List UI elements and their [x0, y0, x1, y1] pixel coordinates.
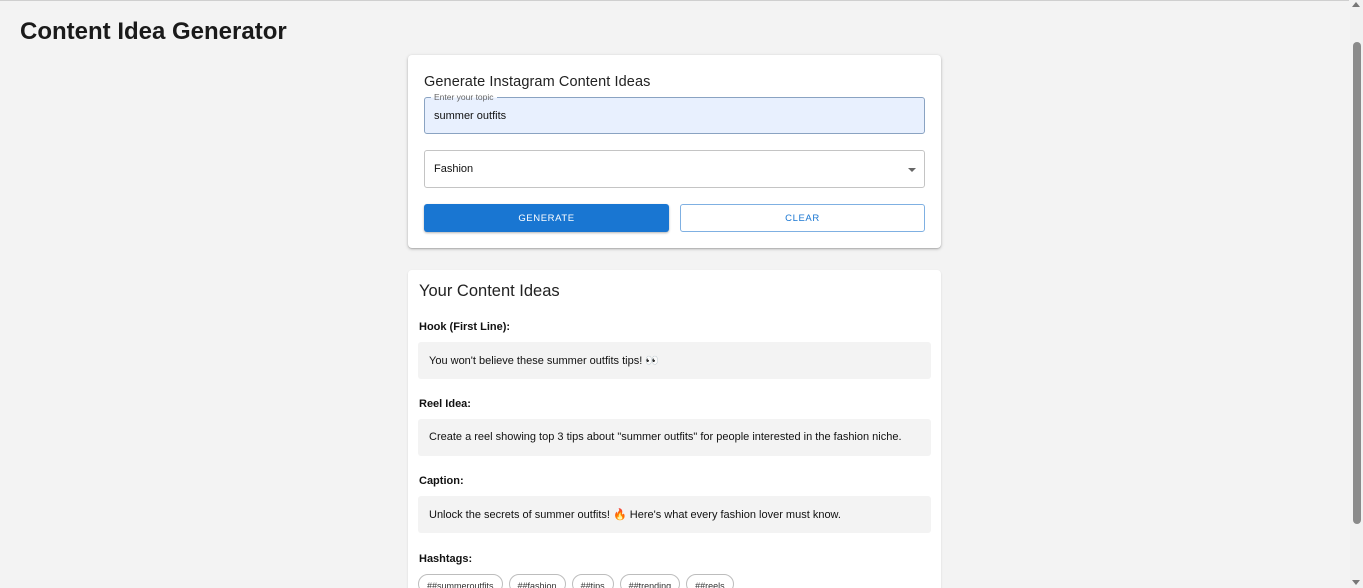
hashtag-chip[interactable]: ##summeroutfits [418, 574, 503, 588]
hashtag-chip[interactable]: ##tips [571, 574, 614, 588]
hashtag-chip[interactable]: ##reels [686, 574, 734, 588]
caption-box: Unlock the secrets of summer outfits! 🔥 … [418, 496, 931, 533]
topic-input-value[interactable]: summer outfits [434, 110, 506, 122]
clear-button[interactable]: CLEAR [680, 204, 925, 232]
hashtag-chip[interactable]: ##trending [619, 574, 681, 588]
hook-text: You won't believe these summer outfits t… [429, 355, 660, 367]
reel-idea-text: Create a reel showing top 3 tips about "… [429, 431, 902, 443]
generate-form-card: Generate Instagram Content Ideas Enter y… [408, 55, 941, 248]
scroll-up-arrow-icon[interactable] [1352, 2, 1360, 7]
niche-select[interactable]: Fashion [424, 150, 925, 188]
topic-input[interactable]: Enter your topic summer outfits [424, 92, 925, 134]
page-title: Content Idea Generator [20, 18, 287, 45]
hashtags-label: Hashtags: [419, 553, 473, 565]
hashtag-chip[interactable]: ##fashion [508, 574, 566, 588]
hashtag-list: ##summeroutfits ##fashion ##tips ##trend… [418, 574, 734, 588]
reel-idea-box: Create a reel showing top 3 tips about "… [418, 419, 931, 456]
niche-select-value: Fashion [434, 163, 474, 175]
top-border [0, 0, 1349, 1]
vertical-scrollbar[interactable] [1350, 0, 1363, 588]
hook-label: Hook (First Line): [419, 321, 511, 333]
scrollbar-thumb[interactable] [1353, 42, 1361, 524]
chevron-down-icon[interactable] [908, 168, 916, 172]
generate-button[interactable]: GENERATE [424, 204, 669, 232]
caption-text: Unlock the secrets of summer outfits! 🔥 … [429, 509, 841, 521]
scroll-down-arrow-icon[interactable] [1352, 580, 1360, 585]
hook-box: You won't believe these summer outfits t… [418, 342, 931, 379]
reel-idea-label: Reel Idea: [419, 398, 471, 410]
ideas-heading: Your Content Ideas [419, 282, 560, 300]
topic-input-label: Enter your topic [431, 92, 497, 102]
form-heading: Generate Instagram Content Ideas [424, 74, 651, 90]
content-ideas-card: Your Content Ideas Hook (First Line): Yo… [408, 270, 941, 588]
caption-label: Caption: [419, 475, 464, 487]
